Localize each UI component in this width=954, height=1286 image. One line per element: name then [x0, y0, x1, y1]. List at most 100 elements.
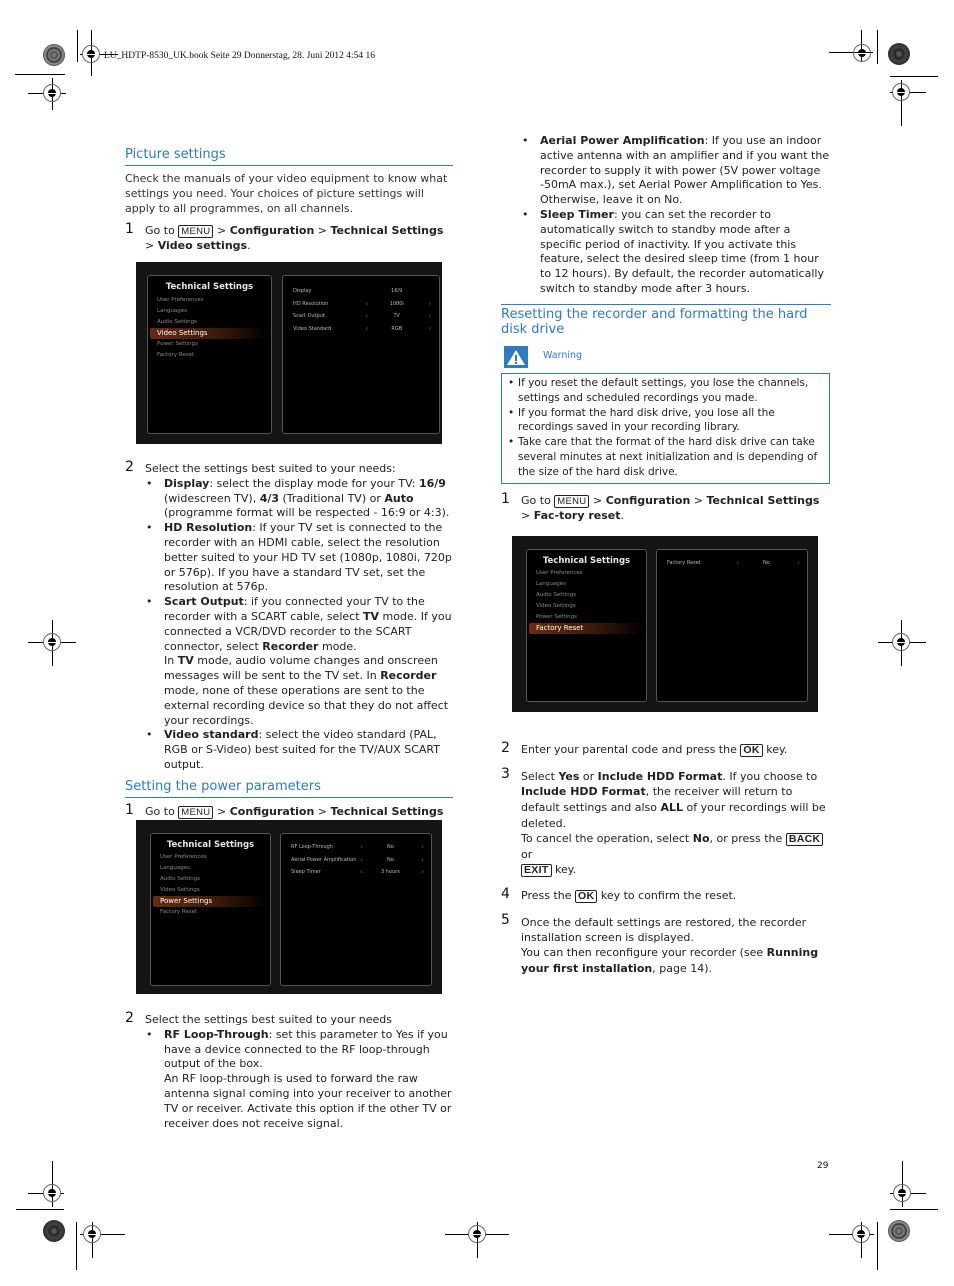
bullet-scart-output: Scart Output: if you connected your TV t…: [144, 595, 453, 728]
power-bullet-list: RF Loop-Through: set this parameter to Y…: [144, 1028, 453, 1132]
chevron-left-icon[interactable]: ‹: [736, 558, 739, 567]
chevron-left-icon[interactable]: ‹: [365, 324, 368, 333]
chevron-right-icon[interactable]: ›: [421, 867, 424, 876]
parameter-label: HD Resolution: [293, 300, 329, 307]
menu-item[interactable]: Audio Settings: [527, 590, 646, 601]
menu-item[interactable]: Languages: [148, 306, 271, 317]
step-2-picture: 2 Select the settings best suited to you…: [125, 460, 453, 773]
color-disc-icon: [43, 1220, 65, 1242]
menu-key-icon: MENU: [178, 225, 214, 239]
parameter-row[interactable]: Aerial Power Amplification No ‹ ›: [281, 854, 431, 867]
crop-line: [77, 30, 78, 62]
parameter-label: Scart Output: [293, 313, 325, 319]
chevron-right-icon[interactable]: ›: [428, 311, 431, 320]
step-text: Enter your parental code and press the: [521, 743, 737, 756]
parameter-list: RF Loop-Through No ‹ › Aerial Power Amplific…: [281, 841, 431, 879]
menu-item[interactable]: User Preferences: [151, 852, 270, 863]
menu-item[interactable]: Video Settings: [150, 328, 269, 339]
registration-target-icon: [852, 1225, 870, 1243]
parameter-value: TV: [393, 313, 400, 319]
chevron-left-icon[interactable]: ‹: [360, 842, 363, 851]
left-column-step2: 2 Select the settings best suited to you…: [125, 456, 453, 834]
parameter-row[interactable]: Sleep Timer 3 hours ‹ ›: [281, 866, 431, 879]
chevron-left-icon[interactable]: ‹: [365, 299, 368, 308]
parameter-list: Factory Reset No ‹ ›: [657, 557, 807, 570]
warning-item: Take care that the format of the hard di…: [508, 435, 821, 479]
menu-path-technical-settings: Technical Settings: [330, 804, 444, 818]
step-text: Press the: [521, 888, 572, 902]
chevron-right-icon[interactable]: ›: [797, 558, 800, 567]
parameter-label: Video Standard: [293, 325, 332, 332]
menu-item[interactable]: Audio Settings: [151, 874, 270, 885]
menu-path-configuration: Configuration: [605, 494, 691, 507]
step-text: Select the settings best suited to your …: [145, 462, 396, 475]
crop-line: [877, 30, 878, 64]
reset-step-1: 1 Go to MENU > Configuration > Technical…: [501, 492, 831, 524]
step-text: Select the settings best suited to your …: [145, 1013, 392, 1026]
registration-target-icon: [468, 1225, 486, 1243]
page-number: 29: [817, 1161, 829, 1171]
step-number: 1: [125, 221, 134, 238]
menu-item[interactable]: Video Settings: [527, 601, 646, 612]
menu-key-icon: MENU: [178, 805, 214, 819]
step-text: key.: [766, 743, 788, 756]
menu-item[interactable]: Audio Settings: [148, 317, 271, 328]
parameter-row[interactable]: Video Standard RGB ‹ ›: [283, 323, 439, 336]
chevron-right-icon[interactable]: ›: [428, 324, 431, 333]
menu-item[interactable]: Languages: [151, 863, 270, 874]
crop-line: [890, 76, 938, 77]
warning-box: If you reset the default settings, you l…: [501, 373, 830, 484]
menu-item[interactable]: Power Settings: [527, 612, 646, 623]
period: .: [620, 508, 625, 522]
menu-title: Technical Settings: [165, 282, 254, 292]
registration-target-icon: [43, 84, 61, 102]
parameter-value: 16/9: [391, 288, 403, 294]
color-disc-icon: [888, 43, 910, 65]
menu-path-technical-settings: Technical Settings: [706, 494, 820, 507]
reset-steps-2-5: 2 Enter your parental code and press the…: [501, 741, 831, 976]
step-4-reset: 4 Press the OK key to confirm the reset.: [501, 887, 831, 904]
parameter-row[interactable]: Scart Output TV ‹ ›: [283, 310, 439, 323]
registration-target-icon: [892, 83, 910, 101]
registration-target-icon: [83, 1225, 101, 1243]
registration-target-icon: [43, 633, 61, 651]
step-number: 2: [125, 1010, 134, 1026]
step-text: Go to: [145, 804, 175, 818]
parameter-row[interactable]: Factory Reset No ‹ ›: [657, 557, 807, 570]
menu-item[interactable]: Factory Reset: [151, 907, 270, 918]
menu-item[interactable]: Video Settings: [151, 885, 270, 896]
menu-list: User Preferences Languages Audio Settings V…: [527, 568, 646, 634]
parameter-list: Display 16/9 HD Resolution 1080i ‹ › Scart Out…: [283, 285, 439, 335]
chevron-right-icon[interactable]: ›: [428, 299, 431, 308]
registration-target-icon: [892, 633, 910, 651]
parameter-row[interactable]: Display 16/9: [283, 285, 439, 298]
menu-item[interactable]: Power Settings: [148, 339, 271, 350]
chevron-left-icon[interactable]: ‹: [360, 867, 363, 876]
menu-item[interactable]: Factory Reset: [148, 350, 271, 361]
period: .: [247, 239, 251, 253]
bullet-display: Display: select the display mode for you…: [144, 477, 453, 521]
chevron-left-icon[interactable]: ‹: [360, 855, 363, 864]
menu-item[interactable]: Power Settings: [153, 896, 268, 907]
step-3-reset: 3 Select Yes or Include HDD Format. If y…: [501, 765, 826, 878]
step-5-reset: 5 Once the default settings are restored…: [501, 911, 819, 975]
parameter-row[interactable]: RF Loop-Through No ‹ ›: [281, 841, 431, 854]
parameter-panel: RF Loop-Through No ‹ › Aerial Power Amplific…: [280, 833, 432, 986]
menu-path-video-settings: Video settings: [157, 239, 248, 253]
chevron-right-icon[interactable]: ›: [421, 842, 424, 851]
chevron-right-icon[interactable]: ›: [421, 855, 424, 864]
technical-settings-menu: Technical Settings User Preferences Langu…: [147, 275, 272, 434]
bullet-aerial-power-amplification: Aerial Power Amplification: If you use a…: [520, 134, 831, 208]
menu-item[interactable]: User Preferences: [527, 568, 646, 579]
parameter-row[interactable]: HD Resolution 1080i ‹ ›: [283, 298, 439, 311]
screenshot-video-settings: Technical Settings User Preferences Langu…: [136, 262, 442, 444]
bullet-sleep-timer: Sleep Timer: you can set the recorder to…: [520, 208, 831, 297]
menu-item[interactable]: Languages: [527, 579, 646, 590]
crop-line: [877, 1222, 878, 1270]
menu-item[interactable]: Factory Reset: [529, 623, 644, 634]
menu-item[interactable]: User Preferences: [148, 295, 271, 306]
chevron-left-icon[interactable]: ‹: [365, 311, 368, 320]
step-2-reset: 2 Enter your parental code and press the…: [501, 741, 831, 758]
menu-title: Technical Settings: [542, 556, 631, 566]
step-number: 3: [501, 765, 510, 782]
